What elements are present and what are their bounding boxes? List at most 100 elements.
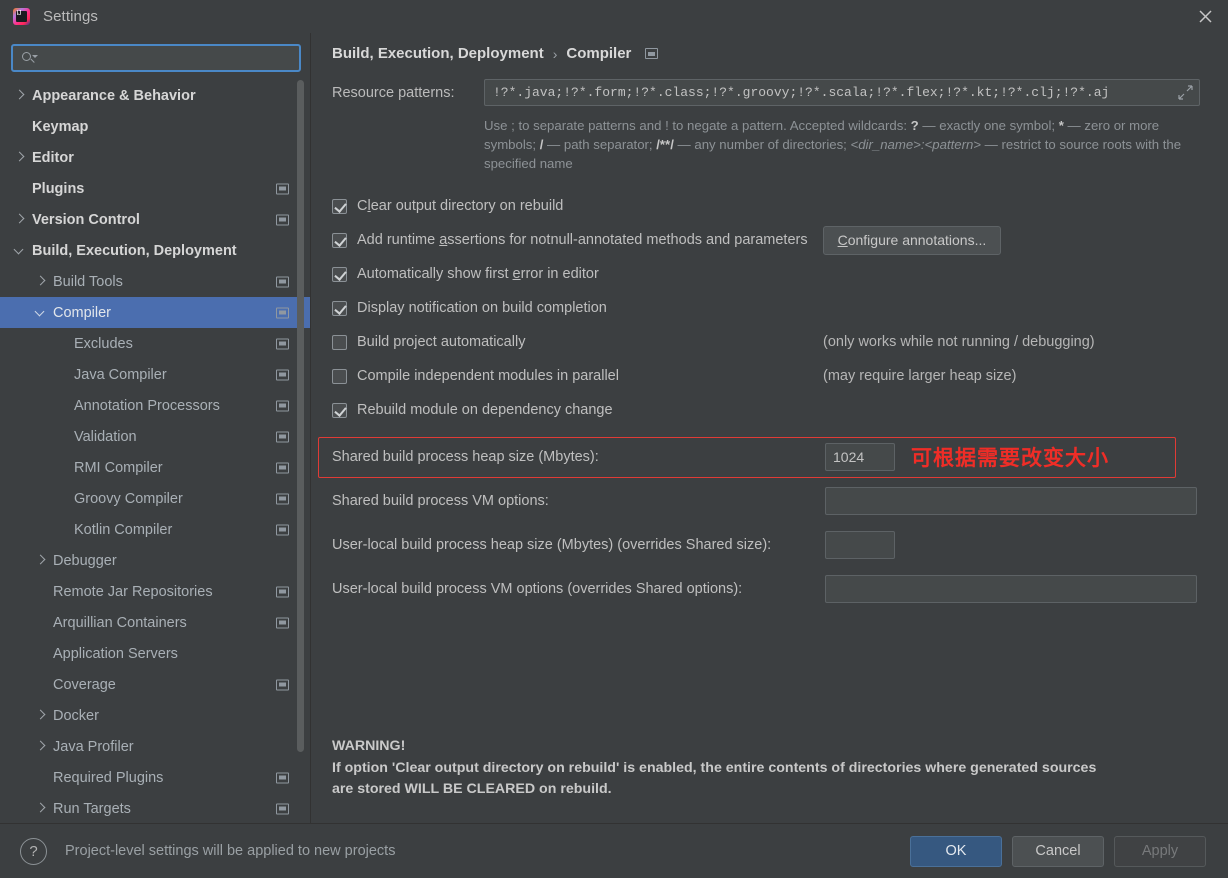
help-icon[interactable]: ? bbox=[20, 837, 47, 865]
search-box[interactable] bbox=[11, 44, 301, 72]
checkbox-row: Display notification on build completion bbox=[332, 291, 1228, 325]
checkbox-label-mnemonic: e bbox=[512, 266, 521, 282]
search-container bbox=[0, 33, 311, 78]
footer-buttons: OK Cancel Apply bbox=[910, 835, 1206, 867]
sidebar-item-debugger[interactable]: Debugger bbox=[0, 545, 311, 576]
chevron-right-icon[interactable] bbox=[35, 276, 46, 287]
checkbox-display-notification-on-[interactable] bbox=[332, 300, 347, 316]
module-icon bbox=[276, 493, 289, 504]
chevron-right-icon[interactable] bbox=[35, 710, 46, 721]
sidebar-item-application-servers[interactable]: Application Servers bbox=[0, 638, 311, 669]
search-input[interactable] bbox=[36, 50, 293, 66]
chevron-right-icon[interactable] bbox=[35, 803, 46, 814]
checkbox-label-post: rror in editor bbox=[520, 266, 599, 282]
checkbox-compile-independent-modu[interactable] bbox=[332, 368, 347, 384]
checkbox-label-pre: C bbox=[357, 198, 368, 214]
ok-button[interactable]: OK bbox=[910, 835, 1002, 867]
chevron-down-icon[interactable] bbox=[35, 307, 46, 318]
chevron-right-icon[interactable] bbox=[14, 214, 25, 225]
breadcrumb-root[interactable]: Build, Execution, Deployment bbox=[332, 45, 544, 62]
chevron-right-icon[interactable] bbox=[35, 555, 46, 566]
checkbox-automatically-show-first[interactable] bbox=[332, 266, 347, 282]
sidebar-item-build-execution-deployment[interactable]: Build, Execution, Deployment bbox=[0, 235, 311, 266]
checkbox-row: Add runtime assertions for notnull-annot… bbox=[332, 223, 1228, 257]
hint-bold-1: ? bbox=[910, 118, 919, 133]
sidebar-item-docker[interactable]: Docker bbox=[0, 700, 311, 731]
chevron-down-icon[interactable] bbox=[14, 245, 25, 256]
checkbox-c[interactable] bbox=[332, 198, 347, 214]
text-field[interactable] bbox=[825, 487, 1197, 515]
breadcrumb-separator: › bbox=[552, 45, 558, 62]
sidebar-item-run-targets[interactable]: Run Targets bbox=[0, 793, 311, 823]
sidebar-item-build-tools[interactable]: Build Tools bbox=[0, 266, 311, 297]
sidebar-item-label: Compiler bbox=[53, 304, 112, 321]
expand-icon[interactable] bbox=[1178, 85, 1193, 100]
hint-bold-4: /**/ bbox=[656, 137, 674, 152]
sidebar-item-annotation-processors[interactable]: Annotation Processors bbox=[0, 390, 311, 421]
checkbox-rebuild-module-on-depend[interactable] bbox=[332, 402, 347, 418]
sidebar-item-compiler[interactable]: Compiler bbox=[0, 297, 311, 328]
warning-title: WARNING! bbox=[332, 738, 406, 754]
field-input[interactable] bbox=[826, 532, 894, 558]
sidebar-item-appearance-behavior[interactable]: Appearance & Behavior bbox=[0, 80, 311, 111]
module-icon bbox=[276, 400, 289, 411]
checkbox-label[interactable]: Build project automatically bbox=[357, 334, 525, 350]
checkbox-build-project-automatica[interactable] bbox=[332, 334, 347, 350]
sidebar-item-remote-jar-repositories[interactable]: Remote Jar Repositories bbox=[0, 576, 311, 607]
checkbox-label[interactable]: Compile independent modules in parallel bbox=[357, 368, 619, 384]
text-field[interactable] bbox=[825, 531, 895, 559]
module-icon bbox=[276, 276, 289, 287]
sidebar-item-version-control[interactable]: Version Control bbox=[0, 204, 311, 235]
warning-line-1: If option 'Clear output directory on reb… bbox=[332, 759, 1097, 776]
module-icon bbox=[276, 586, 289, 597]
button-label: onfigure annotations... bbox=[847, 232, 987, 248]
text-field[interactable] bbox=[825, 443, 895, 471]
sidebar-item-required-plugins[interactable]: Required Plugins bbox=[0, 762, 311, 793]
sidebar-item-java-profiler[interactable]: Java Profiler bbox=[0, 731, 311, 762]
chevron-right-icon[interactable] bbox=[14, 152, 25, 163]
sidebar-item-groovy-compiler[interactable]: Groovy Compiler bbox=[0, 483, 311, 514]
module-icon bbox=[276, 431, 289, 442]
sidebar-item-validation[interactable]: Validation bbox=[0, 421, 311, 452]
sidebar-item-label: Appearance & Behavior bbox=[32, 87, 196, 104]
sidebar-item-label: Application Servers bbox=[53, 645, 178, 662]
checkbox-side-note: (only works while not running / debuggin… bbox=[823, 334, 1095, 350]
settings-main-panel: Build, Execution, Deployment › Compiler … bbox=[311, 33, 1228, 823]
checkbox-add-runtime[interactable] bbox=[332, 232, 347, 248]
apply-button[interactable]: Apply bbox=[1114, 835, 1206, 867]
checkbox-label-post: ear output directory on rebuild bbox=[370, 198, 564, 214]
checkbox-label[interactable]: Clear output directory on rebuild bbox=[357, 198, 563, 214]
field-input[interactable] bbox=[826, 444, 894, 470]
text-field[interactable] bbox=[825, 575, 1197, 603]
checkbox-row: Build project automatically (only works w… bbox=[332, 325, 1228, 359]
cancel-button[interactable]: Cancel bbox=[1012, 835, 1104, 867]
sidebar-item-kotlin-compiler[interactable]: Kotlin Compiler bbox=[0, 514, 311, 545]
checkbox-label-pre: Add runtime bbox=[357, 232, 440, 248]
close-icon[interactable] bbox=[1182, 0, 1228, 33]
checkbox-label[interactable]: Automatically show first error in editor bbox=[357, 266, 599, 282]
checkbox-label[interactable]: Rebuild module on dependency change bbox=[357, 402, 613, 418]
checkbox-label[interactable]: Display notification on build completion bbox=[357, 300, 607, 316]
sidebar-item-editor[interactable]: Editor bbox=[0, 142, 311, 173]
sidebar-item-label: Arquillian Containers bbox=[53, 614, 187, 631]
sidebar-scrollbar-thumb[interactable] bbox=[297, 80, 304, 752]
resource-patterns-input[interactable] bbox=[485, 85, 1199, 100]
sidebar-item-label: Run Targets bbox=[53, 800, 131, 817]
sidebar-item-keymap[interactable]: Keymap bbox=[0, 111, 311, 142]
resource-patterns-field[interactable] bbox=[484, 79, 1200, 106]
sidebar-item-coverage[interactable]: Coverage bbox=[0, 669, 311, 700]
sidebar-item-excludes[interactable]: Excludes bbox=[0, 328, 311, 359]
sidebar-item-arquillian-containers[interactable]: Arquillian Containers bbox=[0, 607, 311, 638]
chevron-right-icon[interactable] bbox=[14, 90, 25, 101]
field-input[interactable] bbox=[826, 576, 1196, 602]
checkbox-label[interactable]: Add runtime assertions for notnull-annot… bbox=[357, 232, 808, 248]
chevron-right-icon[interactable] bbox=[35, 741, 46, 752]
checkbox-label-pre: Rebuild module on dependency change bbox=[357, 402, 613, 418]
sidebar-item-rmi-compiler[interactable]: RMI Compiler bbox=[0, 452, 311, 483]
field-input[interactable] bbox=[826, 488, 1196, 514]
checkbox-label-post: ssertions for notnull-annotated methods … bbox=[447, 232, 808, 248]
configure-annotations-button[interactable]: Configure annotations... bbox=[822, 225, 1002, 255]
sidebar-item-java-compiler[interactable]: Java Compiler bbox=[0, 359, 311, 390]
sidebar-item-plugins[interactable]: Plugins bbox=[0, 173, 311, 204]
